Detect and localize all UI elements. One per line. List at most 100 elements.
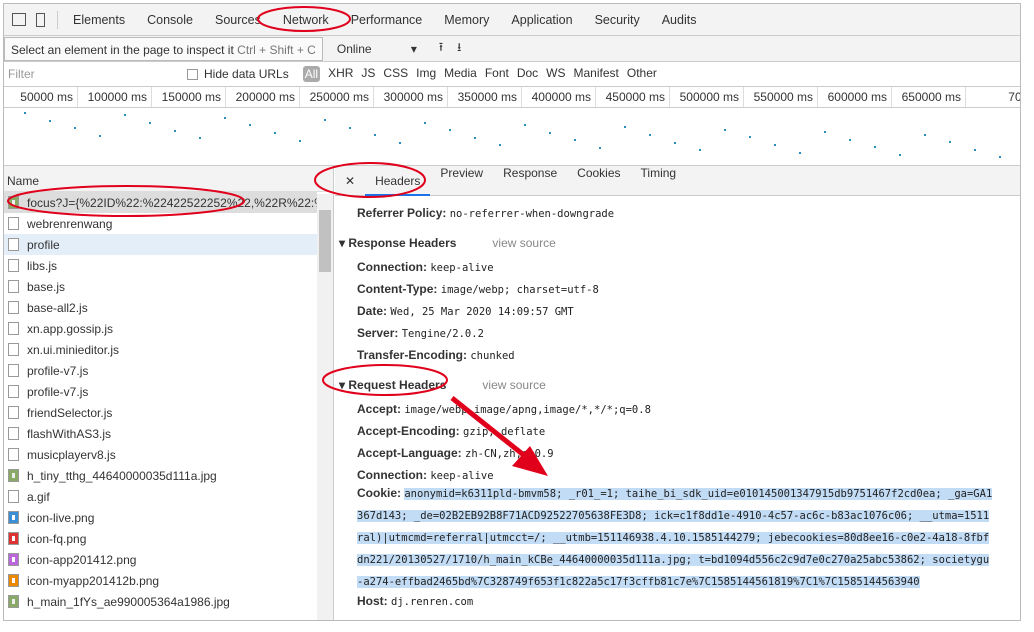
header-value: keep-alive (430, 470, 494, 482)
header-value: keep-alive (430, 262, 494, 274)
list-item[interactable]: h_tiny_tthg_44640000035d111a.jpg (4, 465, 317, 486)
tab-response[interactable]: Response (493, 166, 567, 196)
tab-console[interactable]: Console (136, 13, 204, 27)
tab-network[interactable]: Network (272, 13, 340, 27)
request-marker (249, 124, 251, 127)
detail-tabs: ✕ Headers Preview Response Cookies Timing (335, 166, 1020, 196)
request-marker (449, 129, 451, 132)
list-item[interactable]: h_main_1fYs_ae990005364a1986.jpg (4, 591, 317, 612)
list-item[interactable]: libs.js (4, 255, 317, 276)
list-item[interactable]: a.gif (4, 486, 317, 507)
response-headers-section[interactable]: ▾ Response Headers view source (339, 236, 556, 250)
tab-performance[interactable]: Performance (340, 13, 434, 27)
overview-waterfall[interactable] (4, 108, 1020, 166)
tab-sources[interactable]: Sources (204, 13, 272, 27)
filter-type-js[interactable]: JS (361, 66, 375, 82)
request-marker (799, 151, 801, 154)
file-doc-icon (8, 259, 19, 272)
request-marker (574, 139, 576, 142)
header-value: image/webp; charset=utf-8 (440, 284, 599, 296)
tab-security[interactable]: Security (584, 13, 651, 27)
ruler-tick: 7000 (966, 87, 1020, 107)
name-column-header[interactable]: Name (4, 166, 333, 192)
request-headers-section[interactable]: ▾ Request Headers view source (339, 378, 546, 392)
file-doc-icon (8, 406, 19, 419)
tab-audits[interactable]: Audits (651, 13, 708, 27)
request-name: libs.js (27, 258, 58, 273)
request-marker (699, 149, 701, 152)
section-title: Response Headers (348, 236, 457, 250)
request-name: xn.app.gossip.js (27, 321, 114, 336)
list-item[interactable]: focus?J={%22ID%22:%22422522252%22,%22R%2… (4, 192, 317, 213)
view-source-link[interactable]: view source (492, 236, 555, 250)
list-item[interactable]: icon-live.png (4, 507, 317, 528)
list-item[interactable]: flashWithAS3.js (4, 423, 317, 444)
close-icon[interactable]: ✕ (335, 174, 365, 188)
list-item[interactable]: profile (4, 234, 317, 255)
cookie-header[interactable]: Cookie: anonymid=k6311pld-bmvm58; _r01_=… (357, 482, 1020, 592)
request-marker (174, 129, 176, 132)
tab-headers[interactable]: Headers (365, 166, 431, 196)
list-item[interactable]: xn.app.gossip.js (4, 318, 317, 339)
tab-preview[interactable]: Preview (430, 166, 493, 196)
devtools-window: Elements Console Sources Network Performance… (3, 3, 1021, 621)
filter-type-img[interactable]: Img (416, 66, 436, 82)
ruler-tick: 550000 ms (744, 87, 818, 107)
header-value: Tengine/2.0.2 (401, 328, 484, 340)
list-item[interactable]: icon-app201412.png (4, 549, 317, 570)
filter-type-media[interactable]: Media (444, 66, 477, 82)
filter-type-ws[interactable]: WS (546, 66, 565, 82)
ruler-tick: 200000 ms (226, 87, 300, 107)
filter-type-doc[interactable]: Doc (517, 66, 538, 82)
request-marker (849, 138, 851, 141)
throttle-value: Online (336, 41, 372, 56)
tab-cookies[interactable]: Cookies (567, 166, 630, 196)
filter-type-other[interactable]: Other (627, 66, 657, 82)
list-scrollbar[interactable] (317, 194, 333, 620)
filter-type-font[interactable]: Font (485, 66, 509, 82)
request-marker (149, 122, 151, 124)
list-item[interactable]: friendSelector.js (4, 402, 317, 423)
throttle-select[interactable]: Online ▾ (337, 42, 417, 56)
tab-elements[interactable]: Elements (62, 13, 136, 27)
cookie-value: 367d143; _de=02B2EB92B8F71ACD92522705638… (357, 510, 990, 522)
tab-application[interactable]: Application (500, 13, 583, 27)
export-har-icon[interactable]: ⭳ (457, 38, 461, 59)
request-name: friendSelector.js (27, 405, 113, 420)
header-key: Connection: (357, 468, 427, 482)
import-har-icon[interactable]: ⭱ (439, 38, 443, 59)
filter-input[interactable]: Filter (4, 67, 169, 81)
list-item[interactable]: base-all2.js (4, 297, 317, 318)
request-marker (624, 126, 626, 129)
list-item[interactable]: profile-v7.js (4, 360, 317, 381)
filter-type-all[interactable]: All (302, 66, 321, 82)
list-item[interactable]: icon-fq.png (4, 528, 317, 549)
request-marker (474, 136, 476, 139)
list-item[interactable]: profile-v7.js (4, 381, 317, 402)
filter-type-xhr[interactable]: XHR (328, 66, 353, 82)
filter-type-manifest[interactable]: Manifest (574, 66, 619, 82)
list-item[interactable]: icon-myapp201412b.png (4, 570, 317, 591)
inspect-icon[interactable] (12, 13, 26, 26)
inspect-tooltip: Select an element in the page to inspect… (4, 36, 323, 61)
view-source-link[interactable]: view source (482, 378, 545, 392)
device-toolbar-icon[interactable] (36, 12, 45, 27)
request-marker (399, 142, 401, 144)
filter-bar: Filter Hide data URLs All XHR JS CSS Img Medi… (4, 62, 1020, 87)
tab-timing[interactable]: Timing (631, 166, 687, 196)
hide-data-urls-checkbox[interactable] (187, 68, 198, 80)
ruler-tick: 600000 ms (818, 87, 892, 107)
tab-memory[interactable]: Memory (433, 13, 500, 27)
request-name: icon-live.png (27, 510, 95, 525)
request-marker (424, 121, 426, 124)
response-header: Date: Wed, 25 Mar 2020 14:09:57 GMT (357, 304, 574, 318)
request-marker (899, 154, 901, 156)
filter-type-css[interactable]: CSS (383, 66, 408, 82)
request-marker (824, 131, 826, 134)
list-item[interactable]: webrenrenwang (4, 213, 317, 234)
scrollbar-thumb[interactable] (319, 210, 331, 272)
list-item[interactable]: base.js (4, 276, 317, 297)
list-item[interactable]: musicplayerv8.js (4, 444, 317, 465)
request-marker (924, 133, 926, 136)
list-item[interactable]: xn.ui.minieditor.js (4, 339, 317, 360)
